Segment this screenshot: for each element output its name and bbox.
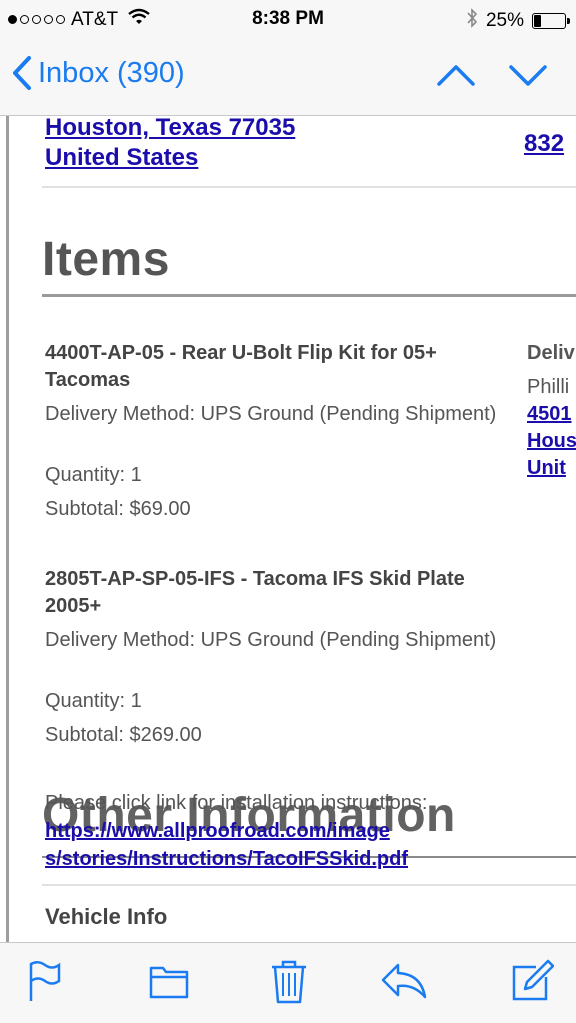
previous-message-button[interactable] xyxy=(436,58,476,97)
instructions-link[interactable]: https://www.allproofroad.com/image xyxy=(45,820,390,843)
bottom-toolbar xyxy=(0,942,576,1023)
compose-button[interactable] xyxy=(510,959,555,1008)
battery-percent: 25% xyxy=(485,10,524,31)
item-delivery-method: Delivery Method: UPS Ground (Pending Shi… xyxy=(45,629,497,651)
chevron-up-icon xyxy=(437,65,475,86)
divider xyxy=(42,884,576,886)
move-to-folder-button[interactable] xyxy=(148,959,190,1008)
next-message-button[interactable] xyxy=(508,58,548,97)
item-name: 2805T-AP-SP-05-IFS - Tacoma IFS Skid Pla… xyxy=(45,568,465,617)
item-delivery-method: Delivery Method: UPS Ground (Pending Shi… xyxy=(45,403,497,425)
navigation-bar: Inbox (390) xyxy=(0,38,576,116)
address-line-1-link[interactable]: Houston, Texas 77035 xyxy=(45,116,295,142)
instructions-link[interactable]: s/stories/Instructions/TacoIFSSkid.pdf xyxy=(45,848,408,871)
delivery-address-link[interactable]: 4501 xyxy=(527,403,572,426)
battery-icon xyxy=(532,13,570,29)
folder-icon xyxy=(149,966,189,999)
delivery-address-link[interactable]: Hous xyxy=(527,430,576,453)
reply-button[interactable] xyxy=(380,959,428,1008)
item-name: 4400T-AP-05 - Rear U-Bolt Flip Kit for 0… xyxy=(45,342,437,391)
status-bar: AT&T 8:38 PM 25% xyxy=(0,0,576,38)
item-quantity: Quantity: 1 xyxy=(45,464,142,486)
flag-button[interactable] xyxy=(26,959,62,1008)
battery-fill xyxy=(534,15,541,27)
chevron-down-icon xyxy=(509,65,547,86)
phone-link[interactable]: 832 xyxy=(524,130,564,158)
flag-icon xyxy=(29,961,61,1001)
item-subtotal: Subtotal: $69.00 xyxy=(45,498,191,520)
items-heading: Items xyxy=(42,233,170,286)
status-right: 25% xyxy=(466,8,570,34)
delivery-address-link[interactable]: Unit xyxy=(527,457,566,480)
items-divider xyxy=(42,294,576,297)
delivery-recipient: Philli xyxy=(527,376,570,398)
back-button-label: Inbox (390) xyxy=(38,56,185,89)
delivery-heading: Deliv xyxy=(527,342,575,364)
bluetooth-icon xyxy=(466,8,478,34)
email-body[interactable]: Houston, Texas 77035 United States 832 I… xyxy=(0,116,576,942)
reply-icon xyxy=(381,963,427,999)
trash-icon xyxy=(272,960,306,1004)
compose-icon xyxy=(512,959,555,1001)
quote-rule xyxy=(6,116,9,942)
back-to-inbox-button[interactable]: Inbox (390) xyxy=(12,56,185,90)
chevron-left-icon xyxy=(13,56,31,90)
item-quantity: Quantity: 1 xyxy=(45,690,142,712)
vehicle-info-heading: Vehicle Info xyxy=(45,904,168,929)
address-line-2-link[interactable]: United States xyxy=(45,144,198,172)
divider xyxy=(42,186,576,188)
delete-button[interactable] xyxy=(270,959,308,1010)
item-subtotal: Subtotal: $269.00 xyxy=(45,724,202,746)
